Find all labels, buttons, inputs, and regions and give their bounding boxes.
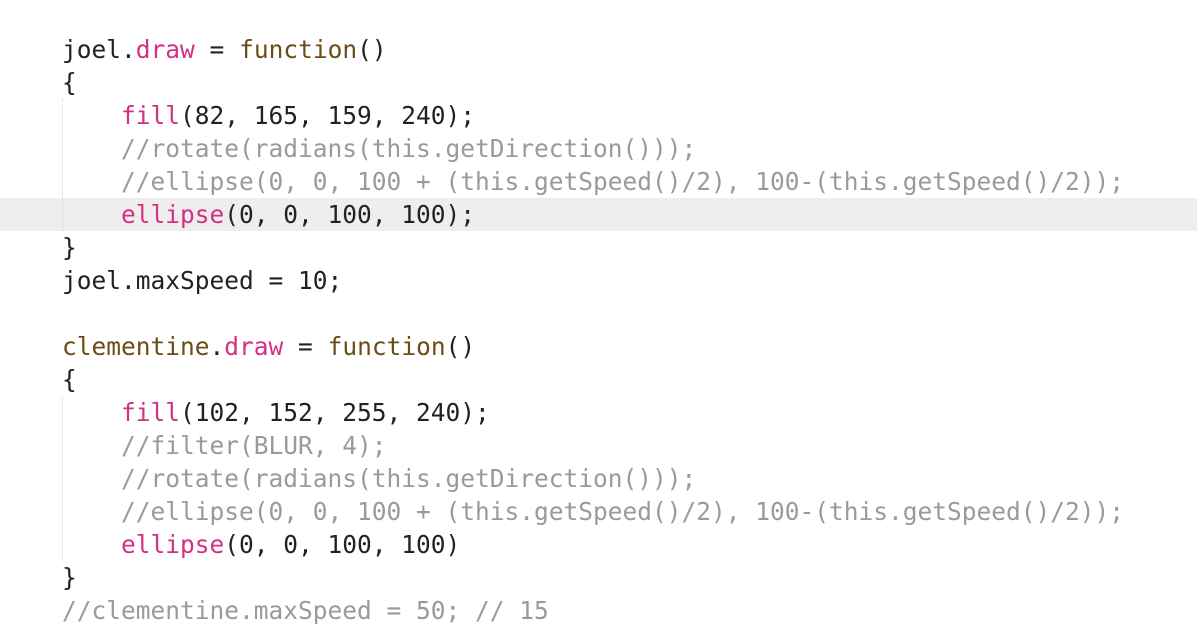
code-token: fill bbox=[121, 101, 181, 130]
code-line-text: fill(102, 152, 255, 240); bbox=[62, 396, 490, 429]
code-line-text: //rotate(radians(this.getDirection())); bbox=[62, 462, 696, 495]
code-line-text: //filter(BLUR, 4); bbox=[62, 429, 387, 462]
code-token: //clementine.maxSpeed = 50; // 15 bbox=[62, 596, 549, 625]
code-line[interactable] bbox=[0, 297, 1197, 330]
code-line-text: { bbox=[62, 66, 77, 99]
code-token: . bbox=[209, 332, 225, 361]
code-line-text: ellipse(0, 0, 100, 100); bbox=[62, 198, 475, 231]
code-line[interactable]: //rotate(radians(this.getDirection())); bbox=[0, 462, 1197, 495]
current-code-line[interactable]: ellipse(0, 0, 100, 100); bbox=[0, 198, 1197, 231]
code-token: ellipse bbox=[121, 530, 225, 559]
code-line-text: joel.draw = function() bbox=[62, 33, 387, 66]
code-token: joel bbox=[62, 35, 122, 64]
code-token: function bbox=[327, 332, 446, 361]
indent-guide bbox=[62, 396, 63, 561]
code-line[interactable]: //ellipse(0, 0, 100 + (this.getSpeed()/2… bbox=[0, 165, 1197, 198]
code-line-text: } bbox=[62, 561, 77, 594]
code-line-text: } bbox=[62, 231, 77, 264]
code-line[interactable]: clementine.draw = function() bbox=[0, 330, 1197, 363]
code-line-text: //ellipse(0, 0, 100 + (this.getSpeed()/2… bbox=[62, 165, 1124, 198]
code-token: (0, 0, 100, 100) bbox=[224, 530, 461, 559]
code-line[interactable]: //rotate(radians(this.getDirection())); bbox=[0, 132, 1197, 165]
code-line-text: fill(82, 165, 159, 240); bbox=[62, 99, 475, 132]
code-line-text: ellipse(0, 0, 100, 100) bbox=[62, 528, 460, 561]
code-line[interactable]: //ellipse(0, 0, 100 + (this.getSpeed()/2… bbox=[0, 495, 1197, 528]
code-token: //rotate(radians(this.getDirection())); bbox=[121, 134, 697, 163]
code-line-text: //ellipse(0, 0, 100 + (this.getSpeed()/2… bbox=[62, 495, 1124, 528]
code-line[interactable]: fill(82, 165, 159, 240); bbox=[0, 99, 1197, 132]
code-token: ellipse bbox=[121, 200, 225, 229]
code-token: = bbox=[194, 35, 240, 64]
code-line[interactable]: joel.maxSpeed = 10; bbox=[0, 264, 1197, 297]
code-line[interactable]: //filter(BLUR, 4); bbox=[0, 429, 1197, 462]
code-line-text: { bbox=[62, 363, 77, 396]
code-token: { bbox=[62, 365, 77, 394]
code-token: //rotate(radians(this.getDirection())); bbox=[121, 464, 697, 493]
code-token: . bbox=[121, 35, 136, 64]
code-token: draw bbox=[135, 35, 195, 64]
code-token: () bbox=[445, 332, 476, 361]
code-line[interactable]: joel.draw = function() bbox=[0, 33, 1197, 66]
code-editor[interactable]: //clementine.maxSpeed = 50; // 15} ellip… bbox=[0, 0, 1197, 627]
code-token: = bbox=[283, 332, 328, 361]
code-token: //filter(BLUR, 4); bbox=[121, 431, 387, 460]
code-line-text: joel.maxSpeed = 10; bbox=[62, 264, 342, 297]
code-token: () bbox=[357, 35, 387, 64]
code-token: (102, 152, 255, 240); bbox=[180, 398, 490, 427]
code-token: function bbox=[239, 35, 358, 64]
code-line-text: //clementine.maxSpeed = 50; // 15 bbox=[62, 594, 549, 627]
code-token: (0, 0, 100, 100); bbox=[224, 200, 476, 229]
code-line-text: clementine.draw = function() bbox=[62, 330, 475, 363]
code-token: (82, 165, 159, 240); bbox=[180, 101, 476, 130]
code-token: //ellipse(0, 0, 100 + (this.getSpeed()/2… bbox=[121, 167, 1125, 196]
code-token: //ellipse(0, 0, 100 + (this.getSpeed()/2… bbox=[121, 497, 1125, 526]
code-line[interactable]: { bbox=[0, 66, 1197, 99]
code-token: joel bbox=[62, 266, 122, 295]
indent-guide bbox=[62, 99, 63, 231]
code-token: clementine bbox=[62, 332, 210, 361]
code-line[interactable]: ellipse(0, 0, 100, 100) bbox=[0, 528, 1197, 561]
code-line[interactable]: } bbox=[0, 231, 1197, 264]
code-token: .maxSpeed = 10; bbox=[121, 266, 343, 295]
code-line-text: //rotate(radians(this.getDirection())); bbox=[62, 132, 696, 165]
code-token: { bbox=[62, 68, 77, 97]
code-line[interactable]: { bbox=[0, 363, 1197, 396]
code-token: } bbox=[62, 563, 77, 592]
code-token: } bbox=[62, 233, 77, 262]
code-line[interactable]: } bbox=[0, 561, 1197, 594]
code-line[interactable]: fill(102, 152, 255, 240); bbox=[0, 396, 1197, 429]
code-token: draw bbox=[224, 332, 284, 361]
code-line[interactable]: //clementine.maxSpeed = 50; // 15 bbox=[0, 594, 1197, 627]
code-token: fill bbox=[121, 398, 181, 427]
